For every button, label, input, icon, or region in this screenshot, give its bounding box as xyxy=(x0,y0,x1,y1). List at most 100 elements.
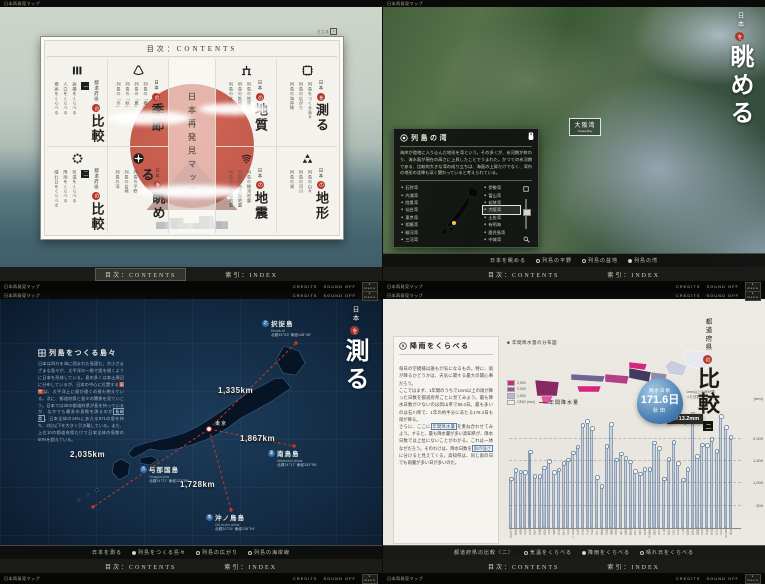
menu-subitem[interactable]: 降雨をくらべる xyxy=(62,170,70,234)
bar-高知[interactable] xyxy=(691,414,694,528)
menu-button[interactable]: ∨menu xyxy=(362,574,378,584)
menu-subitem[interactable]: 気温をくらべる xyxy=(71,170,79,234)
bay-link[interactable]: ◆仙台湾 xyxy=(400,206,437,213)
bar-愛媛[interactable] xyxy=(686,469,689,528)
menu-subitem[interactable]: 列島の盆地 xyxy=(123,170,131,234)
bar-富山[interactable] xyxy=(581,425,584,528)
bar-佐賀[interactable] xyxy=(700,445,703,528)
menu-subitem[interactable]: 晴れ日をくらべる xyxy=(53,170,61,234)
bar-静岡[interactable] xyxy=(609,424,612,528)
option-晴れ日をくらべる[interactable]: 晴れ日をくらべる xyxy=(640,549,694,556)
bar-和歌山[interactable] xyxy=(648,469,651,528)
menu-cell-地形[interactable]: 日本の地形列島の山々列島の河川列島の湖 xyxy=(277,147,337,234)
bar-鳥取[interactable] xyxy=(652,443,655,528)
magnifier-icon[interactable] xyxy=(523,236,530,243)
tab-index[interactable]: 索引：INDEX xyxy=(215,561,286,572)
menu-subitem[interactable]: 列島をつくる島々 xyxy=(306,82,314,146)
option-列島の湾[interactable]: 列島の湾 xyxy=(628,257,658,264)
bay-link[interactable]: ◆鹿児島湾 xyxy=(483,229,520,236)
tab-contents[interactable]: 目次：CONTENTS xyxy=(96,561,185,572)
page-icon[interactable] xyxy=(523,186,529,192)
zoom-slider[interactable] xyxy=(520,184,532,245)
island-label-etorofu[interactable]: 北択捉島 Etorofu-tô 北緯45°33′ 東経148°45′ xyxy=(262,318,311,338)
menu-cell-比較[interactable]: 都道府県の比較二気温をくらべる降雨をくらべる晴れ日をくらべる xyxy=(47,147,107,234)
credits-link[interactable]: CREDITS xyxy=(676,293,701,298)
bar-滋賀[interactable] xyxy=(624,458,627,528)
option-気温をくらべる[interactable]: 気温をくらべる xyxy=(524,549,572,556)
island-label-okinotori[interactable]: 南沖ノ鳥島 Oki-no-tori-shima 北緯20°25′ 東経136°0… xyxy=(206,512,255,532)
bay-link[interactable]: ◆内浦湾 xyxy=(400,192,437,199)
bar-鹿児島[interactable] xyxy=(724,427,727,528)
credits-link[interactable]: CREDITS xyxy=(676,284,701,289)
bar-埼玉[interactable] xyxy=(557,470,560,528)
bay-link[interactable]: ◆伊勢湾 xyxy=(483,184,520,191)
menu-subitem[interactable]: 標高をくらべる xyxy=(53,82,61,146)
bar-京都[interactable] xyxy=(629,462,632,529)
menu-subitem[interactable]: 列島の平野 xyxy=(132,170,140,234)
credits-link[interactable]: CREDITS xyxy=(293,284,318,289)
map-label-osaka-bay[interactable]: 大阪湾 Osaka Bay xyxy=(569,118,601,136)
bar-奈良[interactable] xyxy=(643,469,646,528)
bar-大阪[interactable] xyxy=(633,471,636,528)
option-列島の盆地[interactable]: 列島の盆地 xyxy=(582,257,618,264)
bar-宮崎[interactable] xyxy=(719,416,722,528)
bar-千葉[interactable] xyxy=(562,463,565,528)
tab-index[interactable]: 索引：INDEX xyxy=(598,269,669,280)
bay-link[interactable]: ◆大阪湾 xyxy=(483,206,520,213)
bar-栃木[interactable] xyxy=(547,461,550,528)
menu-cell-季節[interactable]: 日本の季節列島の「春」列島の「夏」列島の「秋」列島の「冬」 xyxy=(108,59,168,147)
bar-徳島[interactable] xyxy=(676,463,679,528)
bay-link[interactable]: ◆三河湾 xyxy=(400,236,437,243)
bar-北海道[interactable] xyxy=(509,479,512,528)
bar-宮城[interactable] xyxy=(523,472,526,528)
menu-subitem[interactable]: 列島の山々 xyxy=(306,170,314,234)
bar-福井[interactable] xyxy=(590,428,593,528)
menu-subitem[interactable]: 面積をくらべる xyxy=(71,82,79,146)
bar-福岡[interactable] xyxy=(695,456,698,528)
island-label-minamitori[interactable]: 東南鳥島 Minami-tori-shima 北緯24°17′ 東経153°59… xyxy=(268,448,317,468)
bar-広島[interactable] xyxy=(667,459,670,528)
bar-山口[interactable] xyxy=(672,442,675,528)
bay-link[interactable]: ◆土佐湾 xyxy=(483,214,520,221)
bay-link[interactable]: ◆富山湾 xyxy=(483,192,520,199)
menu-button[interactable]: ∨menu xyxy=(362,282,378,292)
bay-link[interactable]: ◆相模湾 xyxy=(400,221,437,228)
option-列島の広がり[interactable]: 列島の広がり xyxy=(196,549,238,556)
sound-toggle[interactable]: SOUND OFF xyxy=(323,284,356,289)
tab-index[interactable]: 索引：INDEX xyxy=(598,561,669,572)
sound-toggle[interactable]: SOUND OFF xyxy=(323,293,356,298)
menu-cell-比較[interactable]: 都道府県の比較一面積をくらべる人口をくらべる標高をくらべる xyxy=(47,59,107,147)
menu-subitem[interactable]: 列島の観測地震 xyxy=(245,170,253,234)
bar-青森[interactable] xyxy=(514,470,517,528)
menu-subitem[interactable]: 列島の河川 xyxy=(297,170,305,234)
menu-button[interactable]: ∨menu xyxy=(745,292,761,301)
option-列島をつくる島々[interactable]: 列島をつくる島々 xyxy=(132,549,186,556)
bar-神奈川[interactable] xyxy=(571,453,574,528)
bar-秋田[interactable] xyxy=(528,452,531,528)
annual-precip-chip[interactable]: 年間降水量 xyxy=(431,423,458,430)
bar-長野[interactable] xyxy=(600,486,603,528)
slider-thumb[interactable] xyxy=(523,209,531,216)
rain-intensity-chip[interactable]: 雨の強さ xyxy=(472,445,493,452)
bar-長崎[interactable] xyxy=(705,445,708,528)
bay-link[interactable]: ◆若狭湾 xyxy=(483,199,520,206)
bar-岐阜[interactable] xyxy=(605,446,608,528)
bay-link[interactable]: ◆駿河湾 xyxy=(400,229,437,236)
sound-toggle[interactable]: SOUND OFF xyxy=(706,576,739,581)
tab-contents[interactable]: 目次：CONTENTS xyxy=(95,268,186,281)
bar-山形[interactable] xyxy=(533,476,536,528)
menu-button[interactable]: ∨menu xyxy=(362,292,378,301)
bay-link[interactable]: ◆東京湾 xyxy=(400,214,437,221)
bar-新潟[interactable] xyxy=(576,447,579,528)
menu-subitem[interactable]: 列島の海岸線 xyxy=(288,82,296,146)
menu-button[interactable]: ∨menu xyxy=(745,282,761,292)
bar-岡山[interactable] xyxy=(662,479,665,528)
credits-link[interactable]: CREDITS xyxy=(676,576,701,581)
bay-link[interactable]: ◆有明海 xyxy=(483,221,520,228)
bar-三重[interactable] xyxy=(619,454,622,528)
menu-subitem[interactable]: 列島の湾 xyxy=(114,170,122,234)
bay-link[interactable]: ◆中城湾 xyxy=(483,236,520,243)
bar-愛知[interactable] xyxy=(614,460,617,529)
option-降雨をくらべる[interactable]: 降雨をくらべる xyxy=(582,549,630,556)
tab-index[interactable]: 索引：INDEX xyxy=(216,269,287,280)
